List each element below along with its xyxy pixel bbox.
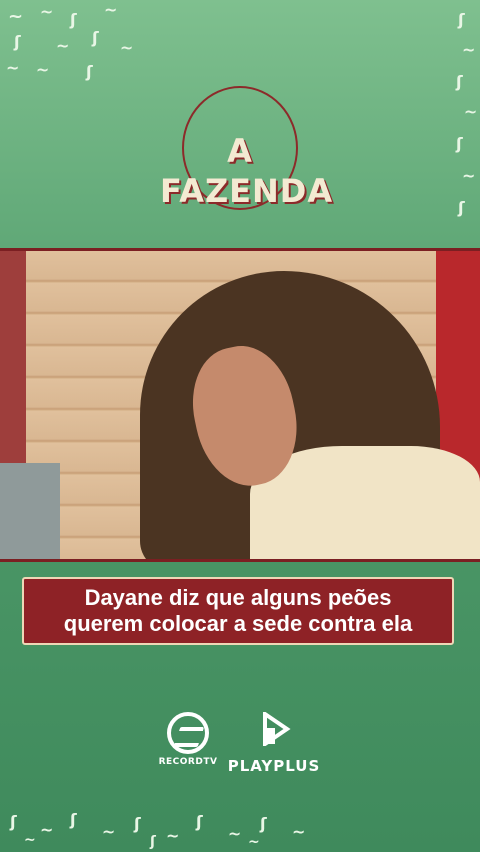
- video-frame[interactable]: [0, 248, 480, 562]
- caption-text: Dayane diz que alguns peões querem coloc…: [63, 585, 413, 636]
- playplus-logo-icon: [263, 710, 291, 748]
- record-tv-logo: RECORDTV: [158, 712, 218, 774]
- record-label: RECORDTV: [158, 757, 218, 767]
- video-machine: [0, 463, 60, 559]
- logo-text: A FAZENDA: [160, 132, 334, 210]
- show-logo: A FAZENDA: [160, 86, 334, 214]
- record-logo-icon: [167, 712, 209, 754]
- caption-box: Dayane diz que alguns peões querem coloc…: [22, 577, 454, 645]
- playplus-logo: PLAYPLUS: [226, 710, 322, 775]
- playplus-label: PLAYPLUS: [227, 757, 321, 775]
